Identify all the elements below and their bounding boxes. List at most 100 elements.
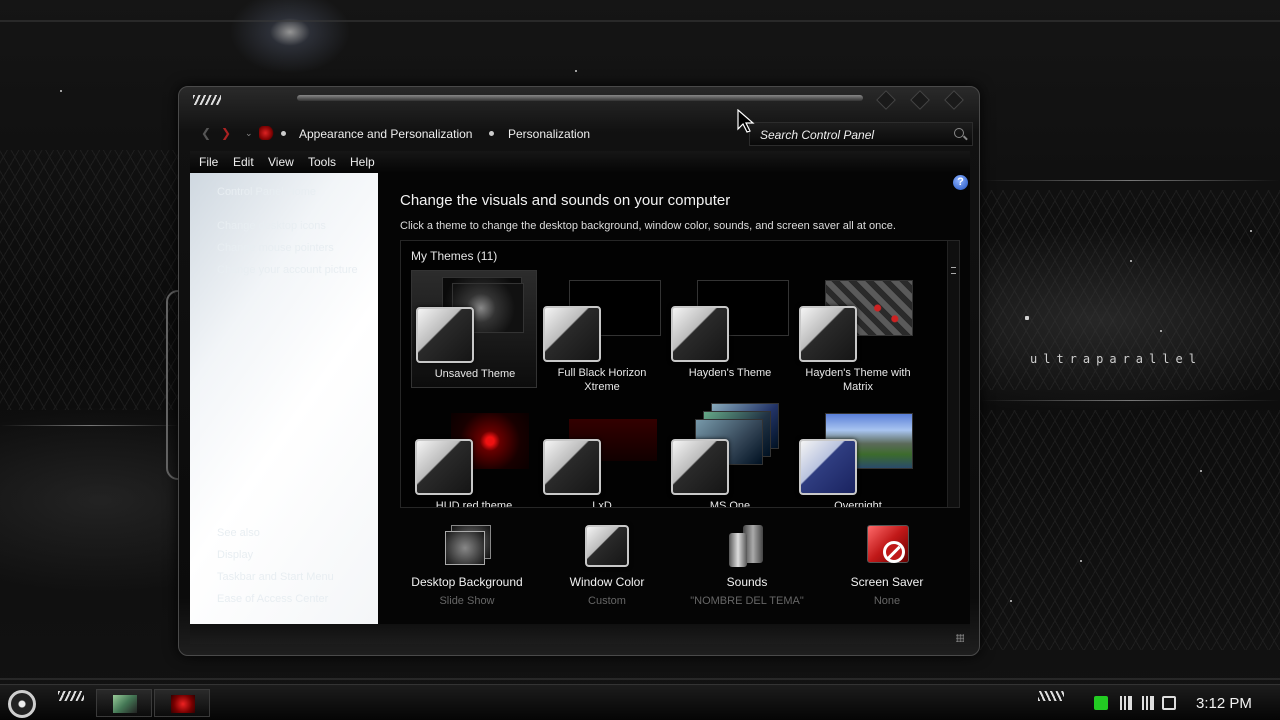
setting-label: Desktop Background bbox=[411, 575, 523, 589]
network-signal-icon[interactable] bbox=[1118, 696, 1132, 710]
themes-scrollbar[interactable] bbox=[947, 241, 959, 507]
theme-label: Hayden's Theme with Matrix bbox=[805, 367, 911, 393]
taskbar-stripes-decoration bbox=[58, 691, 84, 701]
window-color-swatch bbox=[799, 306, 857, 362]
theme-preview bbox=[539, 270, 665, 362]
theme-label: Hayden's Theme bbox=[688, 367, 772, 379]
search-box[interactable] bbox=[749, 122, 973, 146]
star bbox=[1025, 316, 1029, 320]
theme-label: Overnight bbox=[834, 500, 882, 508]
see-also-heading: See also bbox=[217, 527, 260, 539]
search-icon[interactable] bbox=[954, 128, 964, 138]
nav-change-mouse-pointers[interactable]: Change mouse pointers bbox=[217, 242, 334, 254]
title-bar-glow bbox=[297, 95, 863, 101]
theme-haydens[interactable]: Hayden's Theme bbox=[667, 270, 793, 388]
theme-lxd[interactable]: LxD bbox=[539, 403, 665, 508]
page-title: Change the visuals and sounds on your co… bbox=[400, 192, 731, 209]
theme-preview bbox=[795, 270, 921, 362]
wireless-signal-icon[interactable] bbox=[1140, 696, 1154, 710]
mouse-cursor-icon bbox=[737, 109, 755, 133]
window-color-swatch bbox=[671, 439, 729, 495]
nav-change-desktop-icons[interactable]: Change desktop icons bbox=[217, 220, 326, 232]
taskbar: 3:12 PM bbox=[0, 684, 1280, 720]
setting-value: "NOMBRE DEL TEMA" bbox=[690, 595, 804, 607]
forward-arrow-icon[interactable]: ❯ bbox=[221, 126, 231, 140]
window-color-swatch bbox=[416, 307, 474, 363]
themes-list[interactable]: My Themes (11) Unsaved Theme Full Black bbox=[400, 240, 960, 508]
setting-label: Sounds bbox=[726, 575, 768, 589]
menu-help[interactable]: Help bbox=[350, 155, 375, 169]
speakers-icon bbox=[723, 525, 771, 569]
theme-label: Full Black Horizon Xtreme bbox=[557, 367, 647, 393]
personalization-window: ❮ ❯ ⌄ Appearance and Personalization Per… bbox=[178, 86, 980, 656]
theme-overnight[interactable]: Overnight bbox=[795, 403, 921, 508]
menu-file[interactable]: File bbox=[199, 155, 218, 169]
maximize-button[interactable] bbox=[910, 90, 930, 110]
theme-full-black-horizon[interactable]: Full Black Horizon Xtreme bbox=[539, 270, 665, 393]
close-button[interactable] bbox=[944, 90, 964, 110]
theme-preview bbox=[667, 403, 793, 495]
star bbox=[1010, 600, 1012, 602]
minimize-button[interactable] bbox=[876, 90, 896, 110]
setting-value: None bbox=[873, 595, 901, 607]
security-tray-icon[interactable] bbox=[1094, 696, 1108, 710]
theme-hud-red[interactable]: HUD red theme bbox=[411, 403, 537, 508]
see-also-taskbar[interactable]: Taskbar and Start Menu bbox=[217, 571, 334, 583]
theme-preview bbox=[667, 270, 793, 362]
nav-control-panel-home[interactable]: Control Panel Home bbox=[217, 186, 316, 198]
resize-grip-icon[interactable] bbox=[956, 634, 964, 642]
theme-preview bbox=[412, 271, 538, 363]
window-color-swatch bbox=[543, 306, 601, 362]
theme-label: HUD red theme bbox=[435, 500, 513, 508]
menu-tools[interactable]: Tools bbox=[308, 155, 336, 169]
title-bar[interactable] bbox=[179, 87, 979, 117]
window-color-setting[interactable]: Window Color Custom bbox=[542, 525, 672, 607]
start-button[interactable] bbox=[8, 690, 36, 718]
theme-haydens-matrix[interactable]: Hayden's Theme with Matrix bbox=[795, 270, 921, 393]
scrollbar-thumb[interactable] bbox=[951, 267, 956, 274]
window-color-swatch bbox=[543, 439, 601, 495]
window-color-swatch bbox=[415, 439, 473, 495]
brand-text: ultraparallel bbox=[1030, 352, 1202, 366]
taskbar-stripes-decoration bbox=[1038, 691, 1064, 701]
nav-change-account-picture[interactable]: Change your account picture bbox=[217, 264, 358, 276]
star bbox=[575, 70, 577, 72]
breadcrumb-separator bbox=[489, 131, 494, 136]
taskbar-app-personalization[interactable] bbox=[154, 689, 210, 717]
taskbar-clock[interactable]: 3:12 PM bbox=[1196, 695, 1252, 712]
screen-saver-setting[interactable]: Screen Saver None bbox=[822, 525, 952, 607]
back-arrow-icon[interactable]: ❮ bbox=[201, 126, 211, 140]
recent-pages-chevron-icon[interactable]: ⌄ bbox=[245, 128, 253, 139]
menu-bar: File Edit View Tools Help bbox=[190, 151, 970, 173]
sounds-setting[interactable]: Sounds "NOMBRE DEL TEMA" bbox=[682, 525, 812, 607]
theme-preview bbox=[411, 403, 537, 495]
themes-group-header: My Themes (11) bbox=[411, 249, 498, 263]
setting-value: Slide Show bbox=[439, 595, 495, 607]
light-streak bbox=[980, 400, 1280, 401]
window-color-swatch bbox=[799, 439, 857, 495]
action-center-icon[interactable] bbox=[1162, 696, 1176, 710]
see-also-display[interactable]: Display bbox=[217, 549, 253, 561]
menu-edit[interactable]: Edit bbox=[233, 155, 254, 169]
see-also-ease-of-access[interactable]: Ease of Access Center bbox=[217, 593, 328, 605]
menu-view[interactable]: View bbox=[268, 155, 294, 169]
star bbox=[1130, 260, 1132, 262]
star bbox=[1200, 470, 1202, 472]
help-icon[interactable]: ? bbox=[953, 175, 968, 190]
breadcrumb-personalization[interactable]: Personalization bbox=[508, 127, 590, 141]
taskbar-app-explorer[interactable] bbox=[96, 689, 152, 717]
star bbox=[1160, 330, 1162, 332]
theme-label: Unsaved Theme bbox=[434, 368, 516, 380]
title-stripes-decoration bbox=[193, 95, 221, 105]
setting-label: Screen Saver bbox=[850, 575, 924, 589]
theme-label: LxD bbox=[592, 500, 612, 508]
desktop-background-setting[interactable]: Desktop Background Slide Show bbox=[402, 525, 532, 607]
screen-saver-icon bbox=[863, 525, 911, 569]
page-description: Click a theme to change the desktop back… bbox=[400, 220, 896, 232]
theme-unsaved[interactable]: Unsaved Theme bbox=[411, 270, 537, 388]
breadcrumb-appearance[interactable]: Appearance and Personalization bbox=[299, 127, 472, 141]
light-streak bbox=[0, 425, 180, 426]
content-area: ? Change the visuals and sounds on your … bbox=[378, 173, 970, 624]
theme-ms-one[interactable]: MS One bbox=[667, 403, 793, 507]
search-input[interactable] bbox=[760, 127, 950, 143]
